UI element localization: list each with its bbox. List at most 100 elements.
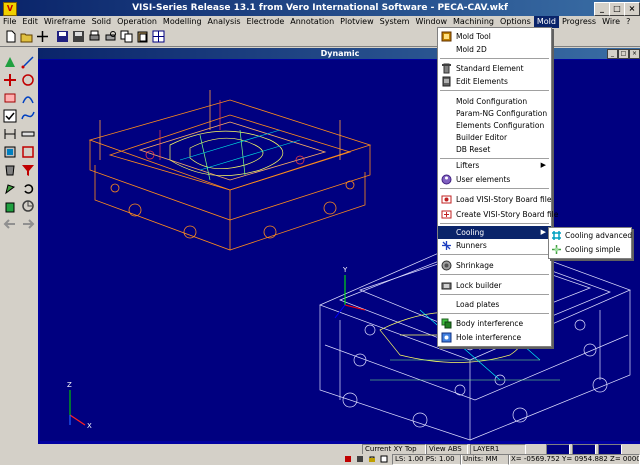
grid-icon[interactable] xyxy=(152,30,165,43)
spline-icon[interactable] xyxy=(21,109,35,123)
translate-icon[interactable] xyxy=(3,73,17,87)
grid-snap-icon[interactable] xyxy=(380,455,388,463)
menu-analysis[interactable]: Analysis xyxy=(205,16,244,28)
menu-annotation[interactable]: Annotation xyxy=(287,16,337,28)
minimize-button[interactable]: _ xyxy=(594,2,610,16)
shrinkage-icon xyxy=(441,260,452,271)
menu-item-cooling-advanced[interactable]: Cooling advanced xyxy=(549,229,632,242)
menu-item-load-storyboard[interactable]: Load VISI-Story Board file xyxy=(438,193,551,206)
menu-separator xyxy=(440,188,549,190)
submenu-arrow-icon: ▶ xyxy=(540,161,546,169)
menu-separator xyxy=(440,90,549,92)
menu-item-shrinkage[interactable]: Shrinkage xyxy=(438,259,551,272)
viewport-minimize-button[interactable]: _ xyxy=(607,49,618,59)
undo-icon[interactable] xyxy=(21,181,35,195)
viewport-maximize-button[interactable]: □ xyxy=(618,49,629,59)
menu-progress[interactable]: Progress xyxy=(559,16,599,28)
menu-separator xyxy=(440,254,549,256)
menu-item-hole-interference[interactable]: Hole interference xyxy=(438,331,551,344)
mold-tool-icon xyxy=(441,31,452,42)
regenerate-icon[interactable] xyxy=(21,199,35,213)
measure-icon[interactable] xyxy=(21,127,35,141)
check-icon[interactable] xyxy=(3,109,17,123)
new-file-icon[interactable] xyxy=(4,30,17,43)
menu-edit[interactable]: Edit xyxy=(19,16,41,28)
maximize-button[interactable]: □ xyxy=(609,2,625,16)
menu-modelling[interactable]: Modelling xyxy=(160,16,205,28)
filter-icon[interactable] xyxy=(21,163,35,177)
cooling-advanced-icon xyxy=(552,231,561,240)
layer-icon[interactable] xyxy=(3,145,17,159)
menu-electrode[interactable]: Electrode xyxy=(244,16,288,28)
global-axis-z-label: Z xyxy=(67,381,72,389)
menu-separator xyxy=(440,274,549,276)
menu-item-body-interference[interactable]: Body interference xyxy=(438,317,551,330)
scale-status: LS: 1.00 PS: 1.00 xyxy=(392,454,462,465)
menu-separator xyxy=(440,223,549,225)
menu-item-lifters[interactable]: Lifters ▶ xyxy=(438,159,551,172)
runners-icon xyxy=(442,241,451,250)
forward-arrow-icon[interactable] xyxy=(21,217,35,231)
title-bar: V VISI-Series Release 13.1 from Vero Int… xyxy=(0,0,640,16)
menu-separator xyxy=(440,294,549,296)
menu-file[interactable]: File xyxy=(0,16,19,28)
menu-operation[interactable]: Operation xyxy=(114,16,160,28)
window-title: VISI-Series Release 13.1 from Vero Inter… xyxy=(132,3,508,13)
box-icon[interactable] xyxy=(3,91,17,105)
menu-separator xyxy=(440,313,549,315)
menu-wire[interactable]: Wire xyxy=(599,16,623,28)
units-status: Units: MM xyxy=(460,454,510,465)
menu-item-create-storyboard[interactable]: Create VISI-Story Board file xyxy=(438,208,558,221)
menu-item-cooling-simple[interactable]: Cooling simple xyxy=(549,243,631,256)
open-file-icon[interactable] xyxy=(20,30,33,43)
body-interference-icon xyxy=(441,318,452,329)
menu-item-edit-elements[interactable]: Edit Elements xyxy=(438,75,551,88)
back-arrow-icon[interactable] xyxy=(3,217,17,231)
viewport-close-button[interactable]: × xyxy=(629,49,640,59)
cavity-detail-wireframe xyxy=(169,129,284,181)
menu-item-mold-2d[interactable]: Mold 2D xyxy=(438,43,551,56)
create-storyboard-icon xyxy=(441,210,452,219)
menu-item-standard-element[interactable]: Standard Element xyxy=(438,62,551,75)
global-axis-x-label: X xyxy=(87,422,92,430)
rotate-icon[interactable] xyxy=(21,73,35,87)
menu-item-mold-tool[interactable]: Mold Tool xyxy=(438,30,551,43)
cooling-simple-icon xyxy=(552,245,561,254)
ortho-icon[interactable] xyxy=(356,455,364,463)
standard-element-icon xyxy=(442,63,451,74)
print-icon[interactable] xyxy=(88,30,101,43)
menu-plotview[interactable]: Plotview xyxy=(337,16,377,28)
menu-wireframe[interactable]: Wireframe xyxy=(41,16,89,28)
arc-icon[interactable] xyxy=(21,91,35,105)
trash-icon[interactable] xyxy=(3,199,17,213)
core-plate-wireframe xyxy=(88,90,372,251)
menu-item-runners[interactable]: Runners xyxy=(438,239,551,252)
menu-item-cooling[interactable]: Cooling ▶ xyxy=(438,226,551,239)
menu-item-db-reset[interactable]: DB Reset xyxy=(438,143,551,156)
menu-help[interactable]: ? xyxy=(623,16,633,28)
coordinates-status: X= -0569.752 Y= 0954.882 Z= 0000.000 xyxy=(508,454,640,465)
delete-icon[interactable] xyxy=(3,163,17,177)
dimension-icon[interactable] xyxy=(3,127,17,141)
line-icon[interactable] xyxy=(21,55,35,69)
snap-icon[interactable] xyxy=(344,455,352,463)
menu-separator xyxy=(440,58,549,60)
menu-system[interactable]: System xyxy=(377,16,413,28)
move-icon[interactable] xyxy=(36,30,49,43)
point-icon[interactable] xyxy=(3,55,17,69)
global-axis-triad xyxy=(69,390,86,426)
menu-solid[interactable]: Solid xyxy=(89,16,115,28)
print-preview-icon[interactable] xyxy=(104,30,117,43)
save-icon[interactable] xyxy=(56,30,69,43)
menu-item-load-plates[interactable]: Load plates xyxy=(438,298,551,311)
attribute-icon[interactable] xyxy=(21,145,35,159)
menu-item-user-elements[interactable]: User elements xyxy=(438,173,551,186)
save-as-icon[interactable] xyxy=(72,30,85,43)
close-button[interactable]: × xyxy=(624,2,640,16)
submenu-arrow-icon: ▶ xyxy=(540,228,546,236)
paste-icon[interactable] xyxy=(136,30,149,43)
lock-icon[interactable] xyxy=(368,455,376,463)
copy-icon[interactable] xyxy=(120,30,133,43)
color-icon[interactable] xyxy=(3,181,17,195)
menu-item-lock-builder[interactable]: Lock builder xyxy=(438,279,551,292)
